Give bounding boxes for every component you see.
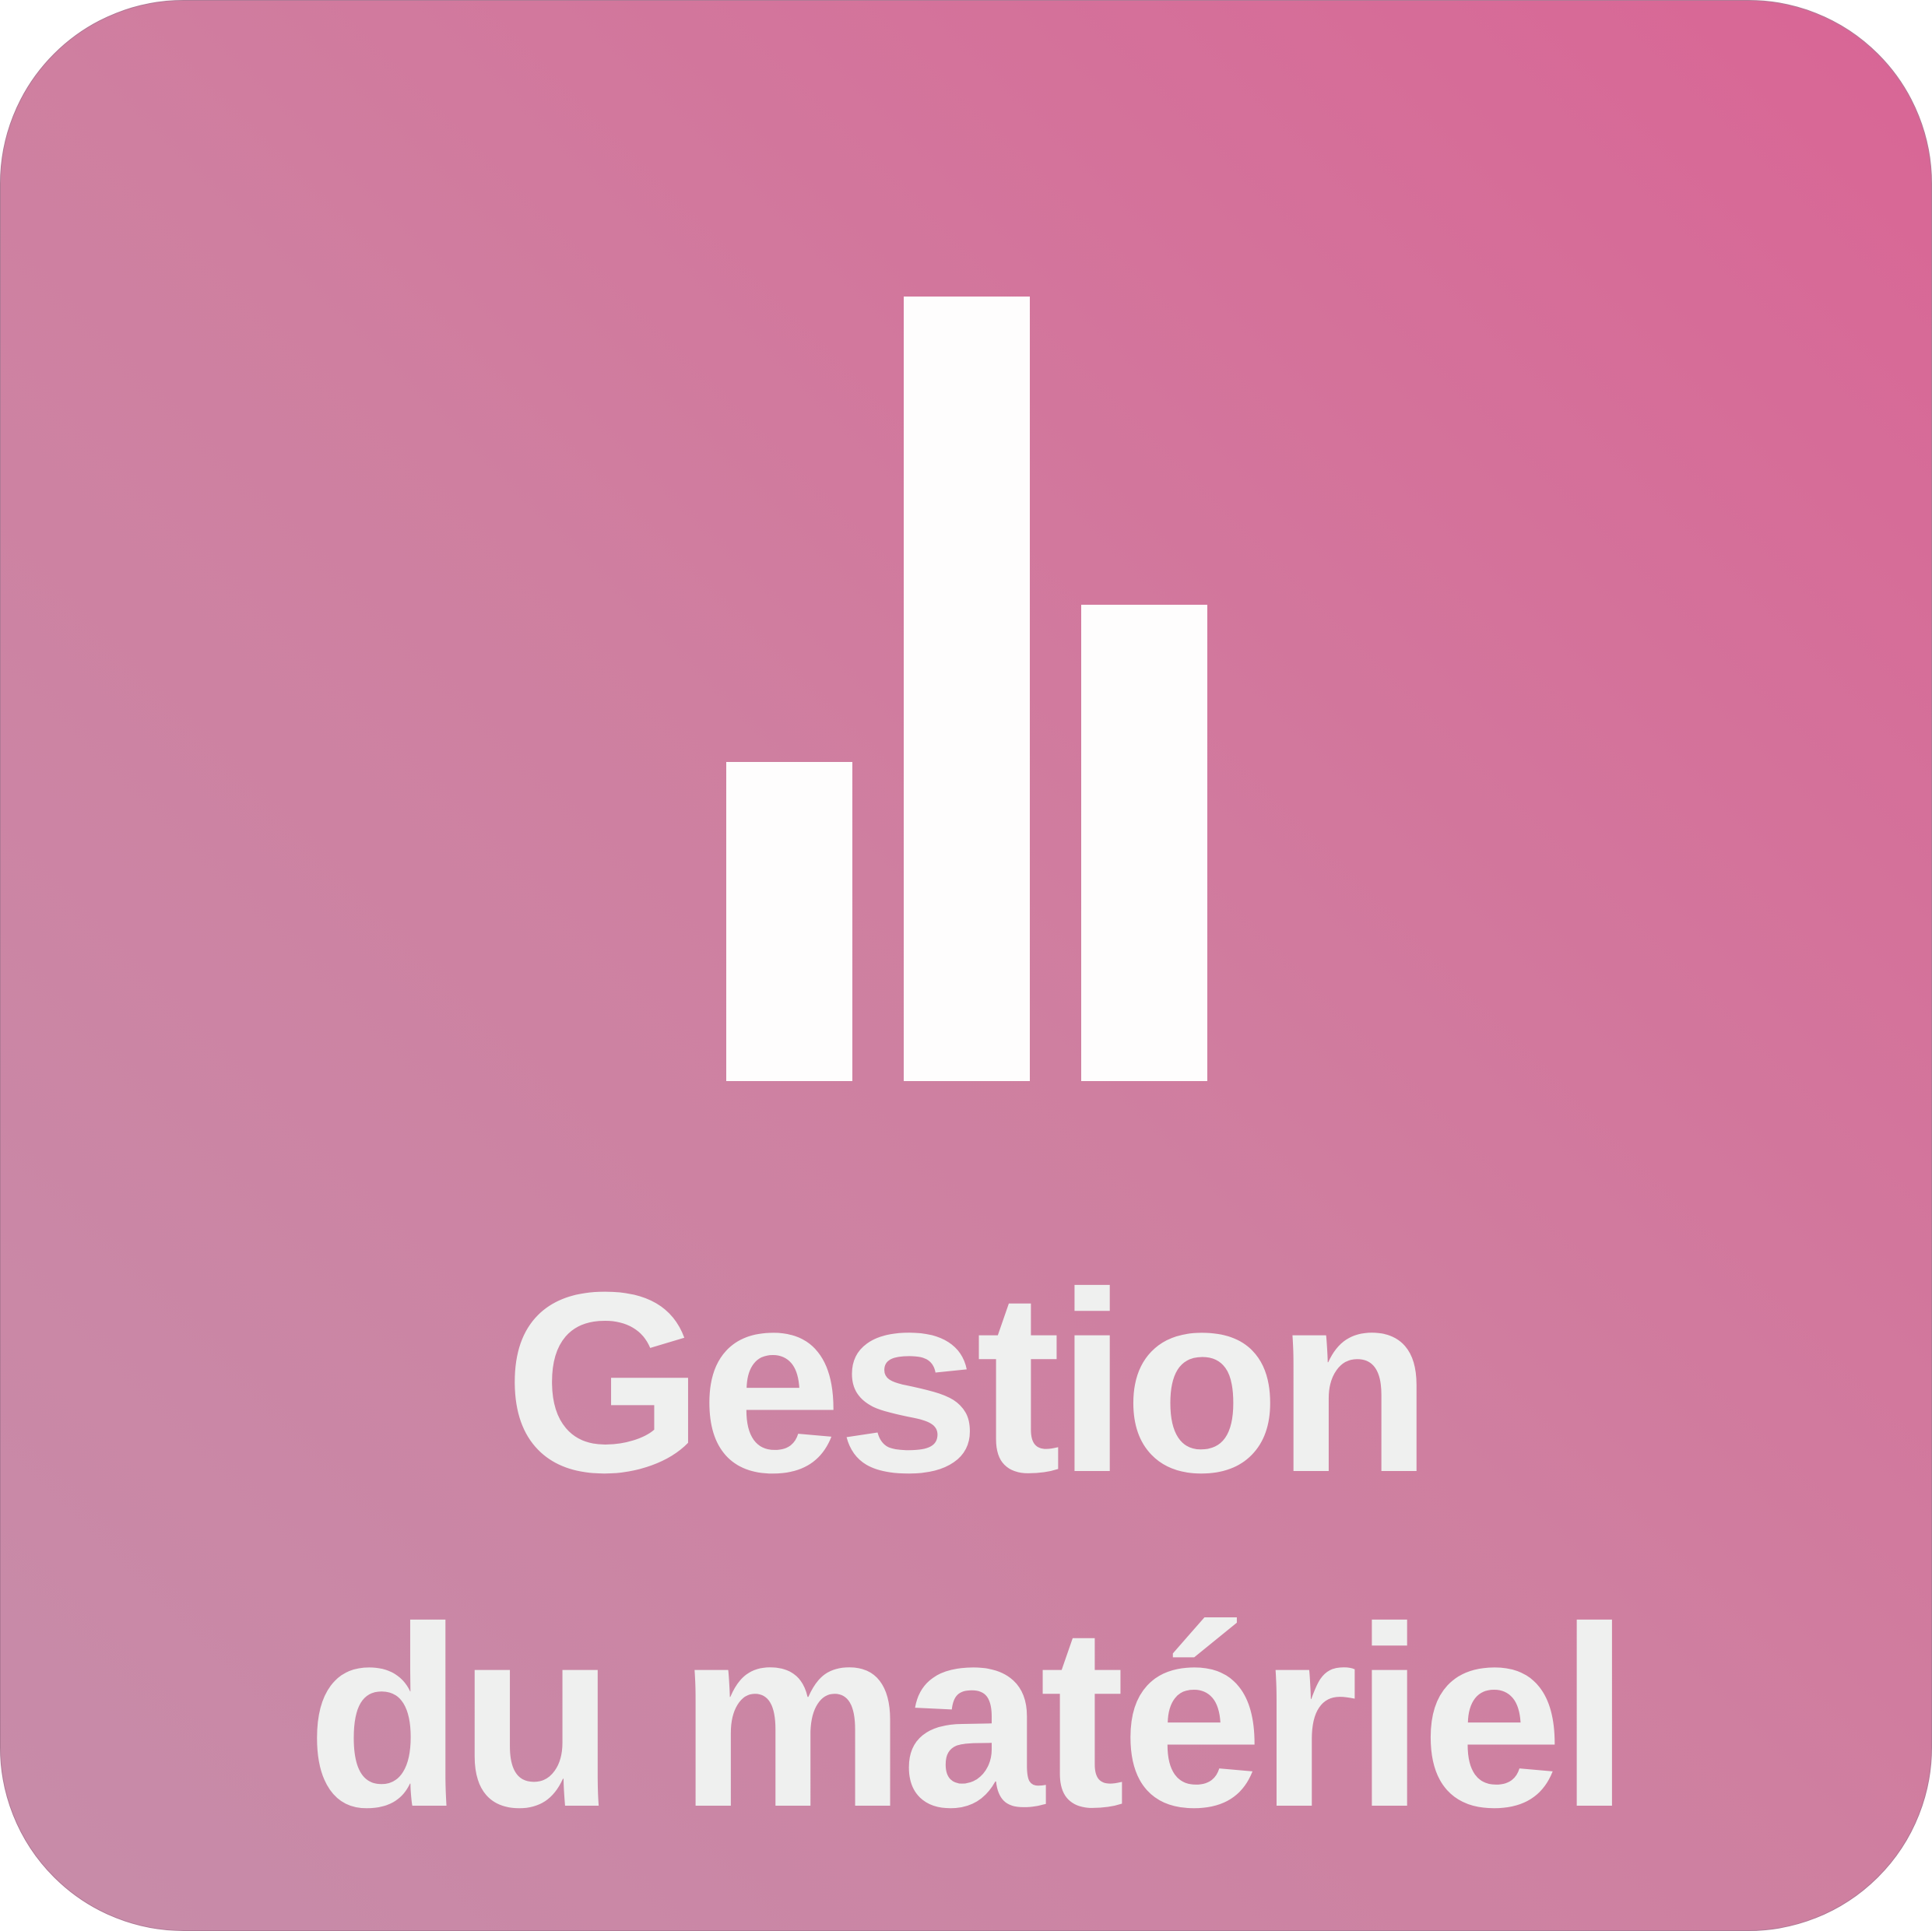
- bar-chart-icon-bar-tall: [904, 297, 1030, 1081]
- bar-chart-icon-bar-short: [726, 762, 852, 1081]
- app-tile[interactable]: Gestion du matériel: [0, 0, 1932, 1931]
- tile-title-line-2: du matériel: [306, 1573, 1631, 1860]
- tile-title-line-1: Gestion: [504, 1238, 1432, 1525]
- bar-chart-icon-bar-medium: [1081, 605, 1207, 1081]
